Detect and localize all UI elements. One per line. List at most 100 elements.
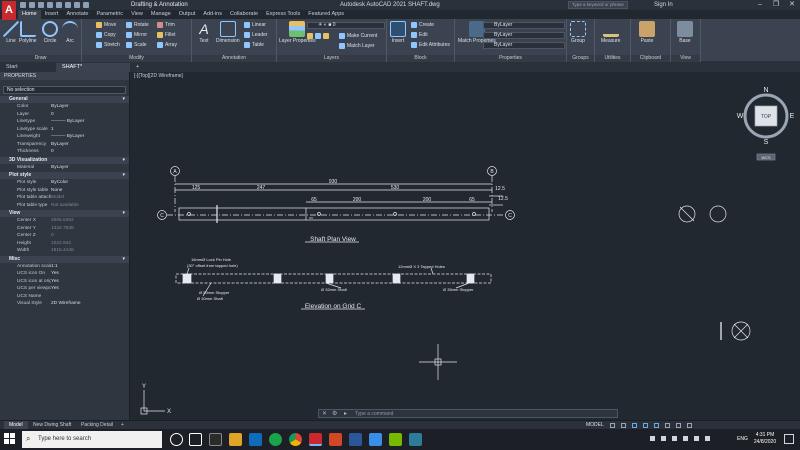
- base-button[interactable]: Base: [677, 21, 693, 44]
- linear-dropdown[interactable]: Linear: [244, 21, 266, 29]
- color-dropdown[interactable]: ByLayer: [483, 22, 565, 29]
- line-button[interactable]: Line: [3, 21, 19, 44]
- leader-dropdown[interactable]: Leader: [244, 31, 268, 39]
- app-icon[interactable]: [409, 433, 422, 446]
- tab-parametric[interactable]: Parametric: [92, 10, 127, 19]
- command-close-icon[interactable]: ✕: [322, 410, 327, 417]
- match-layer-button[interactable]: Match Layer: [339, 42, 375, 50]
- drawing-svg[interactable]: A B C C 930 125 247 530 12.5 12.5 65 200…: [131, 72, 800, 420]
- whatsapp-icon[interactable]: [269, 433, 282, 446]
- property-value[interactable]: ByLayer: [51, 103, 129, 111]
- group-button[interactable]: Group: [570, 21, 586, 44]
- wcs-label[interactable]: WCS: [761, 155, 771, 160]
- property-row[interactable]: Annotation scale 1:1: [0, 263, 129, 271]
- new-icon[interactable]: [20, 2, 26, 8]
- selection-dropdown[interactable]: No selection: [3, 86, 126, 94]
- property-value[interactable]: ByLayer: [51, 141, 129, 149]
- draw-panel-label[interactable]: Draw: [0, 55, 81, 62]
- photos-icon[interactable]: [369, 433, 382, 446]
- viewcube-east[interactable]: E: [790, 113, 795, 120]
- property-row[interactable]: UCS per viewport Yes: [0, 285, 129, 293]
- table-button[interactable]: Table: [244, 41, 264, 49]
- snap-mode-icon[interactable]: [621, 423, 626, 428]
- property-row[interactable]: Plot style ByColor: [0, 179, 129, 187]
- property-value[interactable]: ——— ByLayer: [51, 118, 129, 126]
- plot-icon[interactable]: [65, 2, 71, 8]
- lineweight-dropdown[interactable]: ByLayer: [483, 42, 565, 49]
- volume-icon[interactable]: [705, 436, 710, 441]
- taskbar-search-input[interactable]: Type here to search: [22, 431, 162, 448]
- property-value[interactable]: 2666.8362: [51, 217, 129, 225]
- tab-view[interactable]: View: [127, 10, 147, 19]
- property-value[interactable]: ByColor: [51, 179, 129, 187]
- tab-manage[interactable]: Manage: [147, 10, 175, 19]
- layer-dropdown[interactable]: ☀ ◐ ■ 0: [307, 22, 385, 29]
- app-menu-button[interactable]: A: [2, 1, 16, 20]
- tab-express-tools[interactable]: Express Tools: [262, 10, 304, 19]
- redo-icon[interactable]: [83, 2, 89, 8]
- command-line[interactable]: ✕ ⚙ ▸ Type a command: [318, 409, 618, 418]
- notifications-icon[interactable]: [784, 434, 794, 444]
- property-value[interactable]: 1: [51, 126, 129, 134]
- quick-access-toolbar[interactable]: [20, 1, 89, 9]
- scale-button[interactable]: Scale: [126, 41, 147, 49]
- property-row[interactable]: Lineweight ——— ByLayer: [0, 133, 129, 141]
- property-value[interactable]: Yes: [51, 270, 129, 278]
- property-row[interactable]: Center Y 1332.7838: [0, 225, 129, 233]
- terminal-app-icon[interactable]: [209, 433, 222, 446]
- close-icon[interactable]: ✕: [784, 0, 800, 10]
- property-value[interactable]: 1332.7838: [51, 225, 129, 233]
- properties-section-header[interactable]: Plot style: [0, 172, 129, 179]
- property-value[interactable]: ——— ByLayer: [51, 133, 129, 141]
- property-value[interactable]: 0: [51, 232, 129, 240]
- groups-panel-label[interactable]: Groups: [567, 55, 594, 62]
- property-value[interactable]: Not available: [51, 202, 129, 210]
- edit-attributes-button[interactable]: Edit Attributes: [411, 41, 450, 49]
- tray-app-icon[interactable]: [650, 436, 655, 441]
- outlook-icon[interactable]: [249, 433, 262, 446]
- file-explorer-icon[interactable]: [229, 433, 242, 446]
- properties-section-header[interactable]: View: [0, 210, 129, 217]
- property-value[interactable]: Model: [51, 194, 129, 202]
- dimension-button[interactable]: Dimension: [216, 21, 240, 44]
- command-settings-icon[interactable]: ⚙: [332, 410, 337, 417]
- block-panel-label[interactable]: Block: [387, 55, 454, 62]
- arc-button[interactable]: Arc: [62, 21, 78, 44]
- wifi-icon[interactable]: [694, 436, 699, 441]
- tab-annotate[interactable]: Annotate: [62, 10, 92, 19]
- viewcube-north[interactable]: N: [763, 87, 768, 94]
- task-view-icon[interactable]: [189, 433, 202, 446]
- measure-button[interactable]: Measure: [601, 21, 620, 44]
- insert-button[interactable]: Insert: [390, 21, 406, 44]
- property-value[interactable]: ByLayer: [51, 164, 129, 172]
- sign-in-button[interactable]: Sign In: [654, 1, 673, 9]
- help-search-input[interactable]: Type a keyword or phrase: [568, 1, 628, 9]
- property-row[interactable]: Layer 0: [0, 111, 129, 119]
- rotate-button[interactable]: Rotate: [126, 21, 149, 29]
- customize-icon[interactable]: [687, 423, 692, 428]
- tab-output[interactable]: Output: [175, 10, 200, 19]
- property-value[interactable]: Yes: [51, 278, 129, 286]
- make-current-button[interactable]: Make Current: [339, 32, 377, 40]
- property-row[interactable]: UCS icon at originYes: [0, 278, 129, 286]
- property-row[interactable]: Linetype scale 1: [0, 126, 129, 134]
- nvidia-icon[interactable]: [389, 433, 402, 446]
- polyline-button[interactable]: Polyline: [19, 21, 37, 44]
- save-icon[interactable]: [38, 2, 44, 8]
- annotation-panel-label[interactable]: Annotation: [192, 55, 276, 62]
- cortana-icon[interactable]: [170, 433, 183, 446]
- ortho-mode-icon[interactable]: [632, 423, 637, 428]
- property-row[interactable]: Plot style table None: [0, 187, 129, 195]
- undo-icon[interactable]: [74, 2, 80, 8]
- properties-section-header[interactable]: General: [0, 96, 129, 103]
- drawing-canvas[interactable]: [-][Top][2D Wireframe] A B C C 930 125 2…: [131, 72, 800, 420]
- create-block-button[interactable]: Create: [411, 21, 434, 29]
- utilities-panel-label[interactable]: Utilities: [595, 55, 630, 62]
- clipboard-panel-label[interactable]: Clipboard: [631, 55, 670, 62]
- file-tab-shaft[interactable]: SHAFT*: [56, 63, 130, 72]
- properties-section-header[interactable]: Misc: [0, 255, 129, 263]
- stretch-button[interactable]: Stretch: [96, 41, 120, 49]
- property-row[interactable]: UCS Name: [0, 293, 129, 301]
- move-button[interactable]: Move: [96, 21, 116, 29]
- copy-button[interactable]: Copy: [96, 31, 116, 39]
